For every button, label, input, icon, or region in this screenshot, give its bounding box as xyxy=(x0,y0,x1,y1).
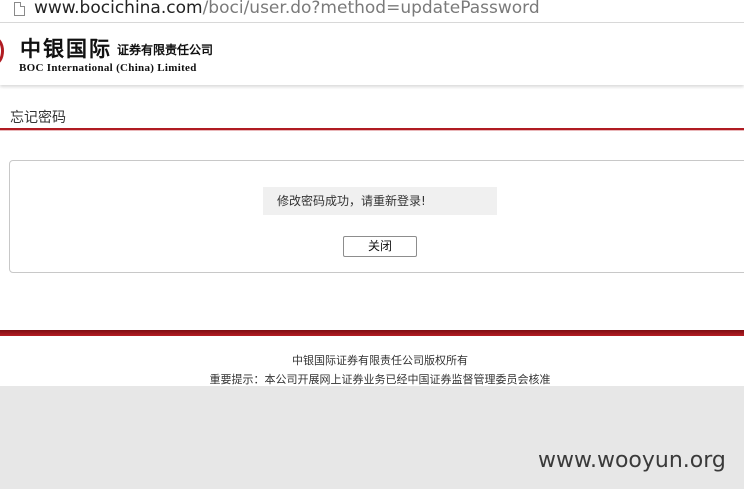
regulatory-notice: 重要提示：本公司开展网上证券业务已经中国证券监督管理委员会核准 xyxy=(209,373,551,386)
page-title-bar: 忘记密码 xyxy=(0,103,744,131)
brand-name-cn: 中银国际 xyxy=(20,36,112,61)
page-icon xyxy=(14,2,25,16)
page-background-area xyxy=(0,386,744,489)
watermark: www.wooyun.org xyxy=(538,448,726,473)
page-title: 忘记密码 xyxy=(10,110,66,126)
url-text[interactable]: www.bocichina.com/boci/user.do?method=up… xyxy=(34,0,540,18)
site-header: 中银国际 证券有限责任公司 BOC International (China) … xyxy=(0,23,744,85)
brand-subtitle-cn: 证券有限责任公司 xyxy=(117,43,214,57)
copyright-text: 中银国际证券有限责任公司版权所有 xyxy=(292,354,468,367)
url-path: /boci/user.do?method=updatePassword xyxy=(202,0,540,18)
address-bar[interactable]: www.bocichina.com/boci/user.do?method=up… xyxy=(0,0,744,23)
close-button[interactable]: 关闭 xyxy=(343,236,417,257)
url-host: www.bocichina.com xyxy=(34,0,203,18)
success-message: 修改密码成功，请重新登录! xyxy=(263,187,497,215)
boc-logo-icon xyxy=(0,37,4,65)
title-divider-shadow xyxy=(0,130,744,131)
brand-name-en: BOC International (China) Limited xyxy=(19,62,197,74)
